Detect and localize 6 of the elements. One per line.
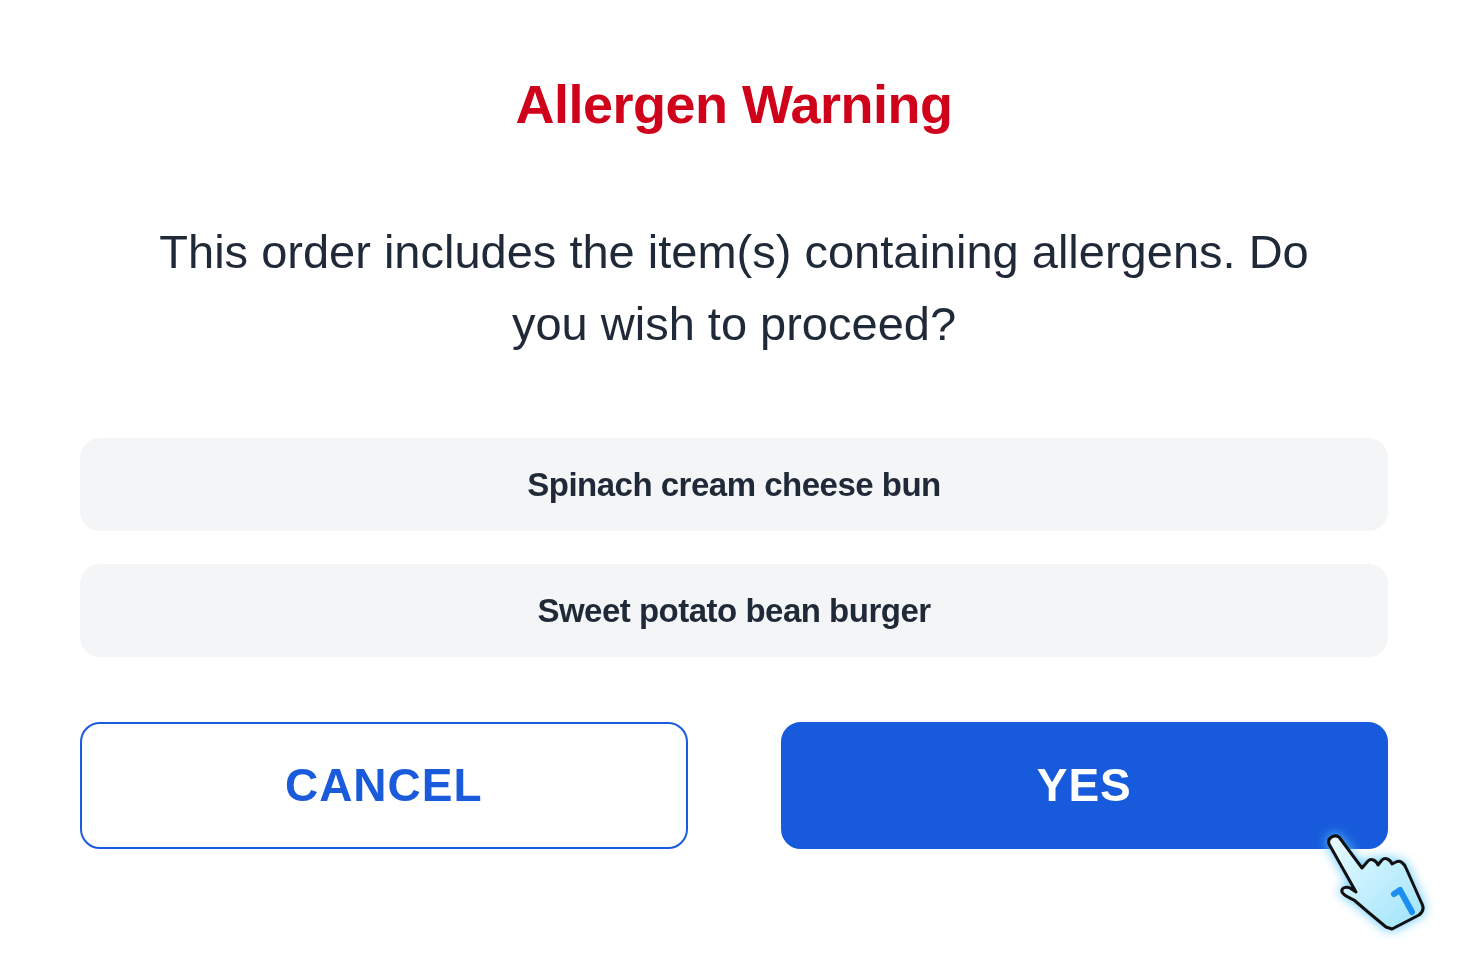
confirm-button[interactable]: YES <box>780 722 1388 849</box>
allergen-item: Spinach cream cheese bun <box>80 438 1388 531</box>
allergen-item: Sweet potato bean burger <box>80 564 1388 657</box>
dialog-message: This order includes the item(s) containing allergens. Do you wish to proceed? <box>158 224 1310 352</box>
cancel-button[interactable]: CANCEL <box>80 722 688 849</box>
dialog-title: Allergen Warning <box>515 73 953 136</box>
